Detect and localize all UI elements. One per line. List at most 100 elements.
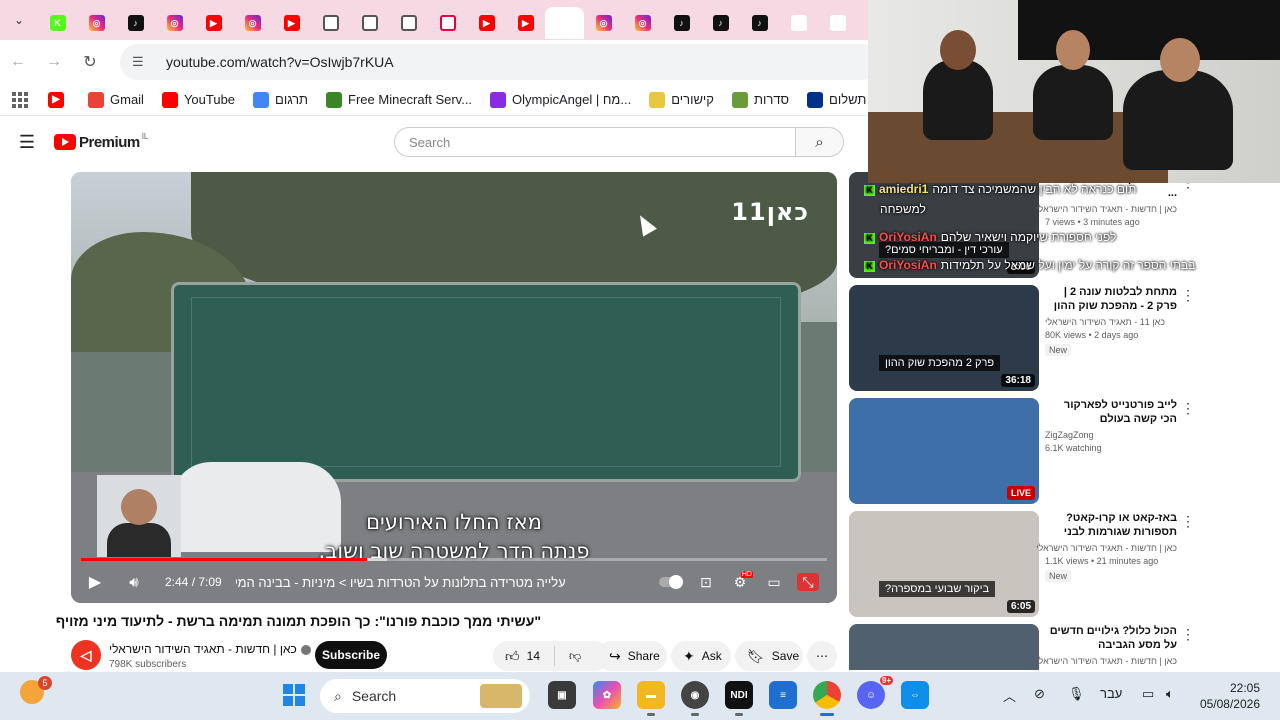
bookmark-item[interactable]: תרגום [253,91,308,108]
bookmark-item[interactable]: תשלום [807,91,866,108]
chapter-title[interactable]: עלייה מטרידה בתלונות על הטרדות בשיו > מי… [236,575,566,590]
chrome-icon[interactable] [813,681,841,716]
address-bar[interactable]: ☰ youtube.com/watch?v=OsIwjb7rKUA [120,44,880,80]
browser-tab[interactable]: ♪ [662,7,701,39]
autoplay-toggle[interactable] [659,575,683,589]
apps-grid-icon[interactable] [12,91,28,108]
recommendation-channel[interactable]: כאן 11 - תאגיד השידור הישראלי [1045,317,1177,327]
recommendation-title[interactable]: לייב פורטנייט לפארקור הכי קשה בעולם [1045,398,1177,426]
more-vertical-icon[interactable]: ⋮ [1181,626,1195,643]
notepad-icon[interactable]: ≡ [769,681,797,709]
miniplayer-button[interactable]: ▭ [757,567,791,597]
browser-tab[interactable] [311,7,350,39]
recommendation-title[interactable]: מתחת לבלטות עונה 2 | פרק 2 - מהפכת שוק ה… [1045,285,1177,313]
copilot-icon[interactable]: ✿ [593,681,621,709]
site-info-icon[interactable]: ☰ [132,54,154,70]
more-vertical-icon[interactable]: ⋮ [1181,400,1195,417]
browser-tab[interactable] [350,7,389,39]
play-button[interactable]: ▶ [71,567,119,597]
tray-overflow-icon[interactable]: ︿ [1003,686,1016,705]
task-view-icon[interactable]: ▣ [548,681,576,709]
forward-button[interactable]: → [36,44,72,80]
bookmark-item[interactable]: Free Minecraft Serv... [326,91,472,108]
recommendation-title[interactable]: הכול כלול? גילויים חדשים על מסע הגביבה ה… [1045,624,1177,652]
channel-name[interactable]: כאן | חדשות - תאגיד השידור הישראלי [109,642,297,656]
obs-icon[interactable]: ◉ [681,681,709,716]
dislike-icon[interactable]: 👎︎ [569,649,581,664]
mute-button[interactable]: 🔊︎ [119,567,149,597]
start-button[interactable] [283,684,305,706]
close-icon[interactable]: ✕ [557,15,573,31]
browser-tab[interactable]: ♪ [701,7,740,39]
theater-button[interactable]: ⤡ [791,567,825,597]
settings-button[interactable]: ⚙ HD [723,567,757,597]
browser-tab[interactable]: ◎ [77,7,116,39]
browser-tab[interactable]: ◎ [623,7,662,39]
recommendation-title[interactable]: באז-קאט או קרו-קאט? תספורות שגורמות לבני… [1045,511,1177,539]
recommendation-channel[interactable]: כאן | חדשות - תאגיד השידור הישראלי [1036,543,1177,553]
progress-bar[interactable] [81,558,827,561]
display-icon[interactable]: ▭ [1142,686,1154,702]
search-input[interactable]: Search [394,127,796,157]
captions-button[interactable]: ⊡ [689,567,723,597]
browser-tab[interactable]: ♪ [740,7,779,39]
back-button[interactable]: ← [0,44,36,80]
browser-tab[interactable]: K [38,7,77,39]
subscribe-button[interactable]: Subscribe [315,641,387,669]
tab-search-chevron-icon[interactable]: ⌄ [0,0,38,40]
browser-tab[interactable]: ◎ [584,7,623,39]
share-button[interactable]: ↪ Share [597,641,667,671]
bookmark-youtube-shortcut[interactable]: ▶ [48,91,70,108]
browser-tab[interactable]: G [779,7,818,39]
browser-tab[interactable]: ♪ [116,7,155,39]
like-icon[interactable]: 👍︎ [505,648,520,665]
bookmark-item[interactable]: OlympicAngel | מח... [490,91,631,108]
browser-tab[interactable]: ✕ [545,7,584,39]
ask-button[interactable]: ✦ Ask [671,641,731,671]
browser-tab[interactable] [428,7,467,39]
network-off-icon[interactable]: ⊘ [1034,686,1045,702]
recommendation-thumbnail[interactable]: ביקור שבועי במספרה? 6:05 [849,511,1039,617]
recommendation-channel[interactable]: כאן | חדשות - תאגיד השידור הישראלי [1036,656,1177,666]
file-explorer-icon[interactable]: ▬ [637,681,665,716]
search-button[interactable]: ⌕ [796,127,844,157]
browser-tab[interactable]: ▶ [467,7,506,39]
browser-tab[interactable]: ◎ [233,7,272,39]
discord-icon[interactable]: ☺ 9+ [857,676,893,709]
recommendation-channel[interactable]: ZigZagZong [1045,430,1177,440]
recommendation-item[interactable]: הכול כלול? גילויים חדשים על מסע הגביבה ה… [849,624,1269,670]
bookmark-item[interactable]: סדרות [731,91,789,108]
bookmark-item[interactable]: YouTube [161,91,235,108]
reload-button[interactable]: ↻ [72,44,108,80]
youtube-logo[interactable]: Premium IL [54,132,148,151]
input-language[interactable]: עבר [1100,686,1122,701]
menu-icon[interactable]: ☰ [0,132,54,153]
speaker-icon[interactable]: 🔈︎ [1166,686,1174,702]
browser-tab[interactable]: ▶ [194,7,233,39]
recommendation-item[interactable]: פרק 2 מהפכת שוק ההון 36:18 מתחת לבלטות עונ… [849,285,1269,393]
more-vertical-icon[interactable]: ⋮ [1181,513,1195,530]
recommendation-item[interactable]: ביקור שבועי במספרה? 6:05 באז-קאט או קרו-קא… [849,511,1269,619]
browser-tab[interactable]: ▶ [272,7,311,39]
like-count[interactable]: 14 [527,649,540,663]
channel-avatar[interactable]: ◁ [71,640,101,670]
more-vertical-icon[interactable]: ⋮ [1181,287,1195,304]
browser-tab[interactable]: G [818,7,857,39]
bookmark-item[interactable]: קישורים [649,91,714,108]
teamviewer-icon[interactable]: ⇔ [901,681,929,709]
more-actions-button[interactable]: ⋯ [807,641,837,671]
system-clock[interactable]: 22:05 05/08/2026 [1200,680,1260,712]
recommendation-item[interactable]: LIVE לייב פורטנייט לפארקור הכי קשה בעולם Z… [849,398,1269,506]
recommendation-thumbnail[interactable] [849,624,1039,670]
weather-widget[interactable]: 5 [20,676,52,708]
recommendation-thumbnail[interactable]: פרק 2 מהפכת שוק ההון 36:18 [849,285,1039,391]
browser-tab[interactable]: ◎ [155,7,194,39]
browser-tab[interactable]: ▶ [506,7,545,39]
ndi-icon[interactable]: NDI [725,681,753,716]
video-player[interactable]: כאן11 מאז החלו האירועים פנתה הדר למשטרה … [71,172,837,603]
taskbar-search[interactable]: ⌕ Search [320,679,530,713]
save-button[interactable]: 🔖︎ Save [735,641,803,671]
microphone-icon[interactable]: 🎙︎ [1068,686,1085,702]
recommendation-thumbnail[interactable]: LIVE [849,398,1039,504]
bookmark-item[interactable]: Gmail [88,91,144,108]
